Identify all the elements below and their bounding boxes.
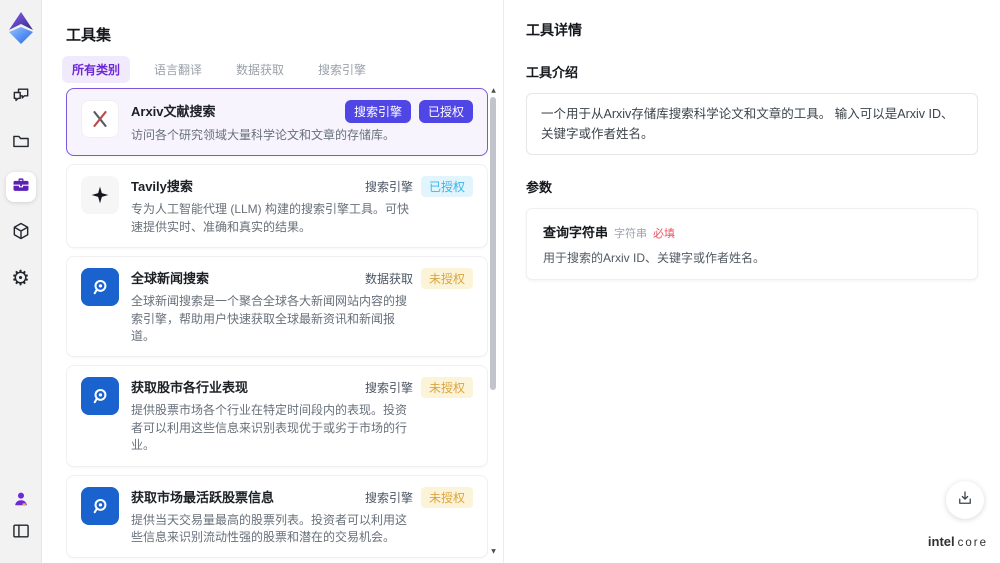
sidebar-item-tools[interactable] <box>5 172 36 202</box>
tool-title: 获取市场最活跃股票信息 <box>131 489 275 505</box>
auth-badge: 未授权 <box>420 486 473 508</box>
bluesearch-icon <box>81 377 119 416</box>
category-badge: 搜索引擎 <box>364 180 413 195</box>
tab-all[interactable]: 所有类别 <box>62 56 131 83</box>
intro-section-title: 工具介绍 <box>526 65 579 80</box>
download-icon <box>956 489 974 512</box>
folder-icon <box>11 131 31 156</box>
tool-title: 获取股市各行业表现 <box>131 380 249 396</box>
sidebar-item-models[interactable] <box>6 218 36 248</box>
app-logo-icon <box>4 8 38 50</box>
tool-intro-text: 一个用于从Arxiv存储库搜索科学论文和文章的工具。 输入可以是Arxiv ID… <box>526 93 978 155</box>
params-section-title: 参数 <box>526 180 553 195</box>
tool-card[interactable]: 全球新闻搜索 数据获取 未授权 全球新闻搜索是一个聚合全球各大新闻网站内容的搜索… <box>66 256 488 358</box>
tool-desc: 专为人工智能代理 (LLM) 构建的搜索引擎工具。可快速提供实时、准确和真实的结… <box>131 202 410 234</box>
bluesearch-icon <box>81 486 119 525</box>
scroll-down-icon[interactable]: ▼ <box>489 549 498 555</box>
tools-panel-title: 工具集 <box>66 27 112 44</box>
tool-card[interactable]: Tavily搜索 搜索引擎 已授权 专为人工智能代理 (LLM) 构建的搜索引擎… <box>66 164 488 249</box>
arxiv-icon <box>81 100 119 138</box>
toolbox-icon <box>11 175 31 200</box>
auth-badge: 已授权 <box>420 176 473 198</box>
tavily-icon <box>81 176 119 215</box>
tool-desc: 全球新闻搜索是一个聚合全球各大新闻网站内容的搜索引擎，帮助用户快速获取全球最新资… <box>131 294 408 343</box>
scrollbar[interactable]: ▲ ▼ <box>489 88 498 557</box>
tool-title: 全球新闻搜索 <box>131 271 210 287</box>
tool-desc: 提供当天交易量最高的股票列表。投资者可以利用这些信息来识别流动性强的股票和潜在的… <box>131 512 408 544</box>
tab-search[interactable]: 搜索引擎 <box>308 56 376 83</box>
tool-title: Tavily搜索 <box>131 179 193 195</box>
sidebar-item-files[interactable] <box>6 128 36 158</box>
param-required-badge: 必填 <box>653 228 676 240</box>
auth-badge: 未授权 <box>420 268 473 290</box>
tool-card[interactable]: 获取市场最活跃股票信息 搜索引擎 未授权 提供当天交易量最高的股票列表。投资者可… <box>66 474 488 559</box>
download-button[interactable] <box>946 481 984 519</box>
param-desc: 用于搜索的Arxiv ID、关键字或作者姓名。 <box>543 251 766 265</box>
intel-wordmark: intel <box>927 534 955 549</box>
category-badge: 搜索引擎 <box>364 490 413 505</box>
tool-desc: 提供股票市场各个行业在特定时间段内的表现。投资者可以利用这些信息来识别表现优于或… <box>131 403 408 453</box>
panel-toggle-icon <box>11 521 31 546</box>
bluesearch-icon <box>81 268 119 307</box>
param-name: 查询字符串 <box>543 225 609 240</box>
tool-card[interactable]: 获取股市各行业表现 搜索引擎 未授权 提供股票市场各个行业在特定时间段内的表现。… <box>66 365 488 467</box>
user-icon <box>11 489 31 514</box>
category-badge: 搜索引擎 <box>364 381 413 396</box>
tab-translate[interactable]: 语言翻译 <box>144 56 212 83</box>
tool-card[interactable]: Arxiv文献搜索 搜索引擎 已授权 访问各个研究领域大量科学论文和文章的存储库… <box>66 88 488 157</box>
tool-list: Arxiv文献搜索 搜索引擎 已授权 访问各个研究领域大量科学论文和文章的存储库… <box>66 88 488 563</box>
category-tabs: 所有类别 语言翻译 数据获取 搜索引擎 <box>62 56 376 83</box>
param-card: 查询字符串 字符串 必填 用于搜索的Arxiv ID、关键字或作者姓名。 <box>526 208 978 280</box>
tool-title: Arxiv文献搜索 <box>131 104 216 119</box>
tab-data[interactable]: 数据获取 <box>226 56 294 83</box>
param-type: 字符串 <box>614 228 648 240</box>
intel-core-logo: intel core <box>928 534 988 549</box>
scrollbar-thumb[interactable] <box>490 97 496 390</box>
detail-panel: 工具详情 工具介绍 一个用于从Arxiv存储库搜索科学论文和文章的工具。 输入可… <box>503 0 1000 563</box>
chat-icon <box>11 85 31 110</box>
tools-panel: 工具集 所有类别 语言翻译 数据获取 搜索引擎 Arxiv文献搜索 搜索引擎 已授权 … <box>42 0 503 563</box>
gear-icon: ⚙ <box>11 265 30 290</box>
sidebar-item-account[interactable] <box>6 486 36 516</box>
category-badge: 数据获取 <box>364 272 413 287</box>
sidebar-item-collapse[interactable] <box>6 518 36 548</box>
auth-badge: 已授权 <box>418 100 473 123</box>
cube-icon <box>11 221 31 246</box>
core-wordmark: core <box>957 537 988 549</box>
tool-desc: 访问各个研究领域大量科学论文和文章的存储库。 <box>131 128 396 142</box>
category-badge: 搜索引擎 <box>344 100 411 123</box>
sidebar: ⚙ <box>0 0 42 563</box>
sidebar-item-chat[interactable] <box>6 82 36 112</box>
detail-panel-title: 工具详情 <box>526 22 582 38</box>
sidebar-item-settings[interactable]: ⚙ <box>6 263 36 293</box>
auth-badge: 未授权 <box>420 377 473 399</box>
scroll-up-icon[interactable]: ▲ <box>489 88 498 94</box>
